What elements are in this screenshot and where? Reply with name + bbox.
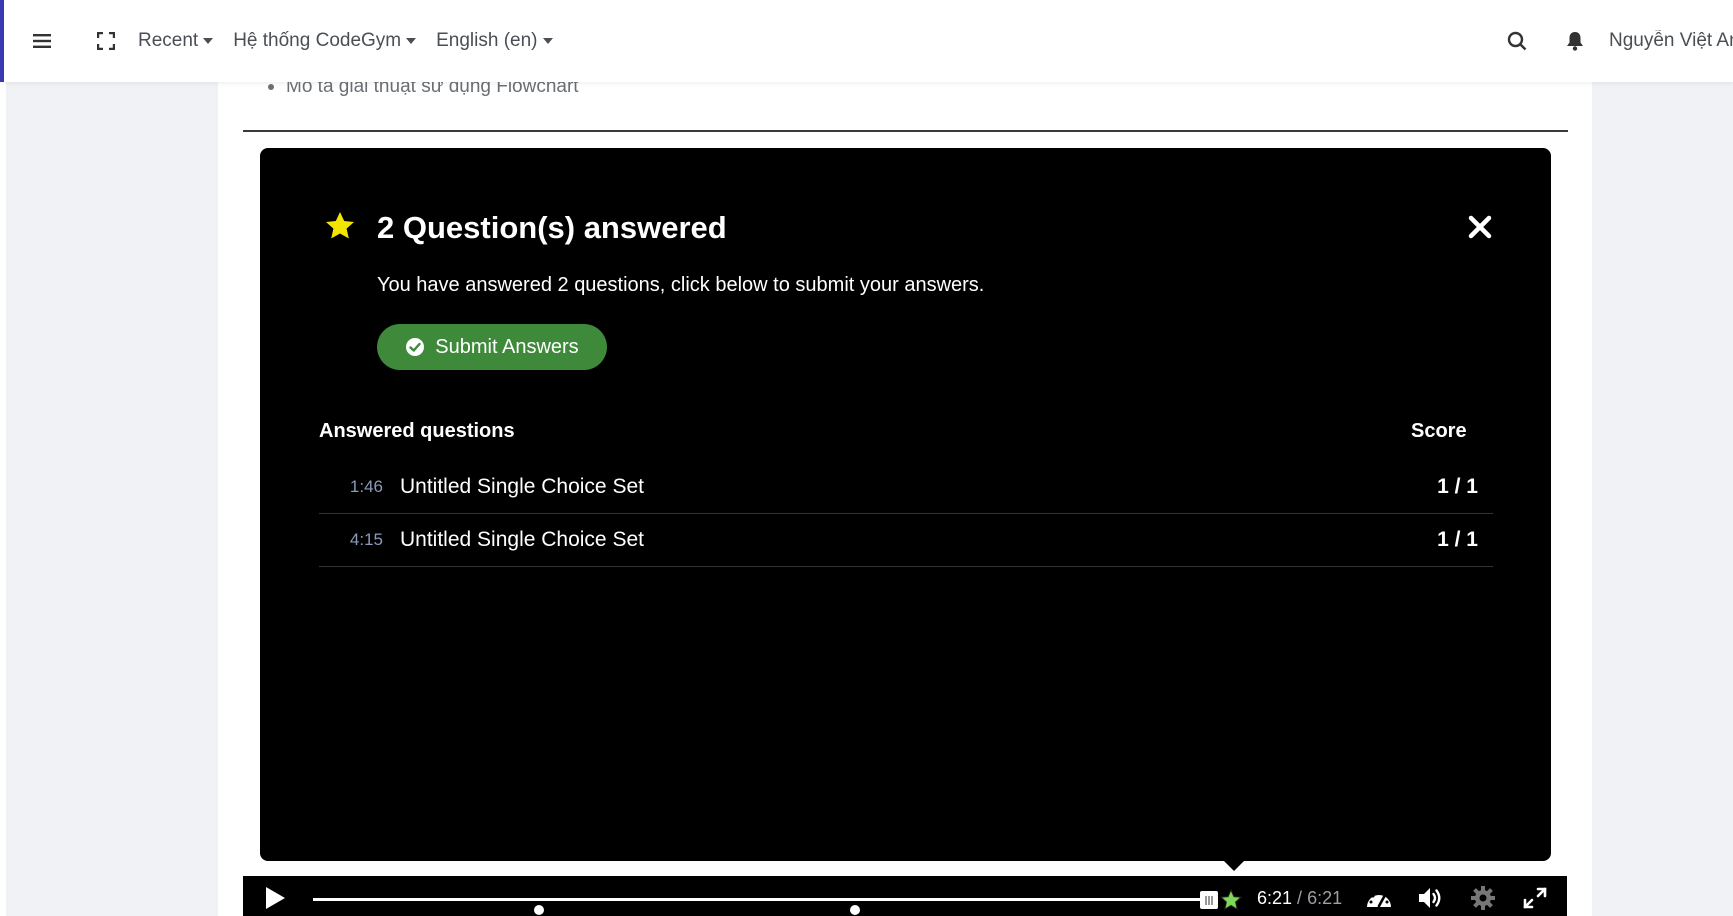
progress-slider[interactable]: [313, 898, 1208, 915]
list-item[interactable]: 1:46 Untitled Single Choice Set 1 / 1: [319, 461, 1493, 514]
progress-handle[interactable]: [1200, 891, 1218, 909]
playback-speed-icon[interactable]: [1365, 885, 1393, 911]
question-title: Untitled Single Choice Set: [400, 475, 644, 498]
question-time[interactable]: 4:15: [319, 530, 400, 550]
overlay-pointer: [1224, 861, 1244, 871]
check-circle-icon: [406, 338, 425, 356]
language-dropdown[interactable]: English (en): [436, 30, 553, 52]
search-icon[interactable]: [1505, 29, 1529, 53]
hamburger-menu-icon[interactable]: [30, 29, 54, 53]
bookmark-star-icon[interactable]: [1220, 889, 1242, 911]
submit-answers-button[interactable]: Submit Answers: [377, 324, 607, 370]
submit-answers-label: Submit Answers: [435, 335, 579, 358]
bullet-dot: [268, 84, 274, 90]
caret-down-icon: [542, 38, 553, 44]
system-label: Hệ thống CodeGym: [233, 30, 402, 51]
overlay-title: 2 Question(s) answered: [377, 210, 727, 245]
score-header: Score: [1411, 420, 1467, 442]
play-icon[interactable]: [263, 886, 287, 910]
video-controls-bar: 6:21 / 6:21: [243, 876, 1567, 916]
current-time: 6:21: [1257, 888, 1293, 908]
time-separator: /: [1292, 888, 1308, 908]
total-time: 6:21: [1307, 888, 1343, 908]
language-label: English (en): [436, 30, 538, 51]
top-navbar: Recent Hệ thống CodeGym English (en) Ngu…: [4, 0, 1733, 82]
interaction-marker[interactable]: [850, 905, 860, 915]
left-strip: [0, 82, 6, 916]
volume-icon[interactable]: [1417, 885, 1445, 911]
grip-icon: [1205, 895, 1213, 905]
fullscreen-expand-icon[interactable]: [1521, 885, 1549, 911]
overlay-description: You have answered 2 questions, click bel…: [377, 274, 985, 296]
system-dropdown[interactable]: Hệ thống CodeGym: [233, 30, 417, 52]
question-time[interactable]: 1:46: [319, 477, 400, 497]
recent-dropdown[interactable]: Recent: [138, 30, 214, 52]
navbar-right: Nguyễn Việt An: [1505, 29, 1733, 53]
question-score: 1 / 1: [1437, 475, 1478, 498]
answered-questions-list: 1:46 Untitled Single Choice Set 1 / 1 4:…: [319, 461, 1493, 567]
fullscreen-toggle-icon[interactable]: [94, 29, 118, 53]
caret-down-icon: [406, 38, 417, 44]
bell-icon[interactable]: [1563, 29, 1587, 53]
answered-questions-header: Answered questions: [319, 420, 515, 442]
time-display: 6:21 / 6:21: [1257, 888, 1342, 909]
question-title: Untitled Single Choice Set: [400, 528, 644, 551]
close-icon[interactable]: [1467, 214, 1493, 240]
list-item[interactable]: 4:15 Untitled Single Choice Set 1 / 1: [319, 514, 1493, 567]
recent-label: Recent: [138, 30, 199, 51]
interaction-marker[interactable]: [534, 905, 545, 915]
answered-questions-overlay: 2 Question(s) answered You have answered…: [260, 148, 1551, 861]
question-score: 1 / 1: [1437, 528, 1478, 551]
settings-gear-icon[interactable]: [1469, 885, 1497, 911]
divider: [243, 130, 1568, 132]
caret-down-icon: [203, 38, 214, 44]
user-name[interactable]: Nguyễn Việt An: [1609, 30, 1733, 52]
star-icon: [326, 212, 354, 239]
